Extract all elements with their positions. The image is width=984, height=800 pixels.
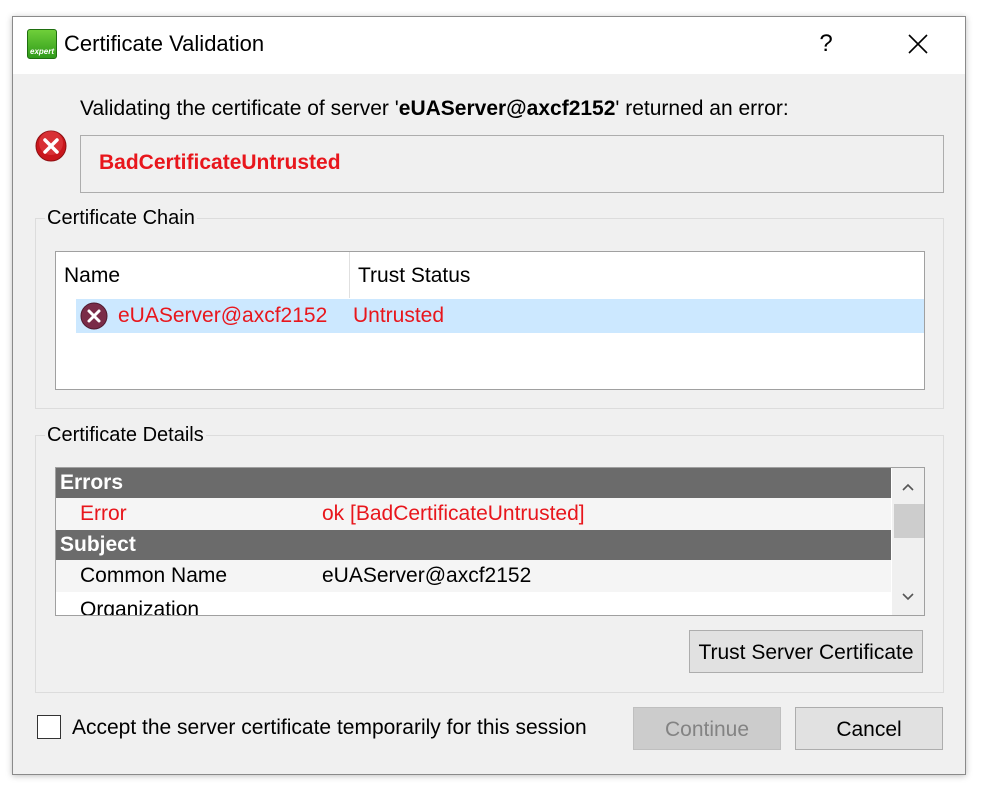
section-header-errors[interactable]: Errors <box>56 468 891 498</box>
table-row[interactable]: Common Name eUAServer@axcf2152 <box>56 560 891 592</box>
row-key: Common Name <box>80 564 228 587</box>
tree-header: Name Trust Status <box>56 252 924 298</box>
scroll-up-button[interactable] <box>892 472 924 502</box>
vertical-scrollbar[interactable] <box>892 468 924 615</box>
message-prefix: Validating the certificate of server ' <box>80 97 399 120</box>
row-key: Organization <box>80 598 200 616</box>
section-header-subject[interactable]: Subject <box>56 530 891 560</box>
certificate-chain-title: Certificate Chain <box>45 207 197 230</box>
uaexpert-app-icon: expert <box>27 29 57 59</box>
close-icon <box>908 34 928 54</box>
row-key: Error <box>80 502 127 525</box>
section-header-label: Errors <box>60 471 124 494</box>
column-separator <box>349 252 350 298</box>
message-server: eUAServer@axcf2152 <box>398 97 616 120</box>
accept-temporarily-checkbox[interactable] <box>37 715 61 739</box>
tree-row-certificate[interactable]: eUAServer@axcf2152 Untrusted <box>76 299 924 333</box>
validation-message: Validating the certificate of server 'eU… <box>80 97 789 121</box>
accept-temporarily-label[interactable]: Accept the server certificate temporaril… <box>72 716 587 740</box>
trust-server-certificate-button[interactable]: Trust Server Certificate <box>689 630 923 673</box>
error-icon <box>80 302 108 330</box>
column-header-trust-status[interactable]: Trust Status <box>358 264 470 288</box>
error-code-box: BadCertificateUntrusted <box>80 135 944 193</box>
section-header-label: Subject <box>60 533 136 556</box>
table-row[interactable]: Error ok [BadCertificateUntrusted] <box>56 498 891 530</box>
title-bar: expert Certificate Validation ? <box>13 17 965 74</box>
scroll-down-button[interactable] <box>892 582 924 612</box>
help-button[interactable]: ? <box>803 21 849 67</box>
certificate-name: eUAServer@axcf2152 <box>118 304 328 327</box>
trust-status: Untrusted <box>353 304 445 327</box>
certificate-validation-dialog: expert Certificate Validation ? Validati… <box>12 16 966 775</box>
chevron-up-icon <box>902 483 914 491</box>
continue-button[interactable]: Continue <box>633 707 781 750</box>
scrollbar-thumb[interactable] <box>894 504 924 538</box>
row-value: ok [BadCertificateUntrusted] <box>322 502 585 525</box>
chevron-down-icon <box>902 593 914 601</box>
app-icon-text: expert <box>30 47 55 56</box>
certificate-chain-tree[interactable]: Name Trust Status eUAServer@axcf2152 Unt… <box>55 251 925 390</box>
row-value: eUAServer@axcf2152 <box>322 564 532 587</box>
window-title: Certificate Validation <box>64 31 265 56</box>
certificate-details-title: Certificate Details <box>45 424 206 447</box>
error-icon <box>35 130 67 162</box>
error-code: BadCertificateUntrusted <box>99 151 341 174</box>
message-suffix: ' returned an error: <box>615 97 789 120</box>
close-button[interactable] <box>895 21 941 67</box>
cancel-button[interactable]: Cancel <box>795 707 943 750</box>
column-header-name[interactable]: Name <box>64 264 120 288</box>
table-row[interactable]: Organization <box>56 594 891 616</box>
certificate-details-table[interactable]: Errors Error ok [BadCertificateUntrusted… <box>55 467 925 616</box>
